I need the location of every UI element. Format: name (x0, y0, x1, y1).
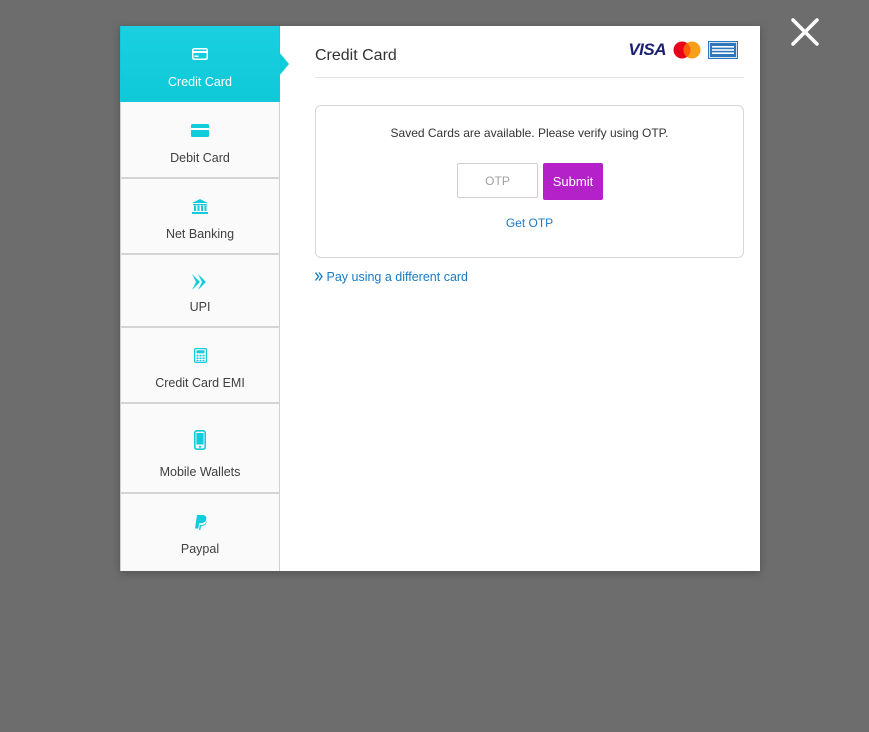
tab-mobile-wallets[interactable]: Mobile Wallets (120, 404, 280, 494)
tab-credit-card[interactable]: Credit Card (120, 26, 289, 102)
tab-label: Paypal (180, 542, 220, 556)
tab-net-banking[interactable]: Net Banking (120, 179, 280, 255)
divider (315, 77, 744, 78)
payment-modal: Credit Card Debit Card Net Banking UPI C… (120, 26, 760, 571)
mobile-icon (194, 430, 206, 450)
pay-different-card-link[interactable]: Pay using a different card (314, 270, 469, 284)
get-otp-link[interactable]: Get OTP (316, 216, 743, 230)
saved-cards-otp-panel: Saved Cards are available. Please verify… (315, 105, 744, 258)
tab-label: Credit Card EMI (155, 376, 245, 390)
upi-icon (192, 274, 206, 290)
otp-message: Saved Cards are available. Please verify… (390, 126, 669, 140)
tab-paypal[interactable]: Paypal (120, 494, 280, 571)
tab-credit-card-emi[interactable]: Credit Card EMI (120, 328, 280, 404)
close-button[interactable] (787, 14, 823, 50)
tab-upi[interactable]: UPI (120, 255, 280, 328)
close-icon[interactable] (787, 14, 823, 50)
otp-input[interactable] (457, 163, 538, 198)
tab-label: Mobile Wallets (159, 465, 241, 479)
double-chevron-right-icon (314, 272, 323, 281)
page-title: Credit Card (315, 47, 397, 64)
card-brand-logos: VISA (628, 40, 738, 60)
tab-label: Credit Card (168, 75, 232, 89)
tab-label: Debit Card (170, 151, 230, 165)
paypal-icon (194, 515, 207, 530)
tab-label: UPI (189, 300, 211, 314)
tab-debit-card[interactable]: Debit Card (120, 102, 280, 179)
visa-logo: VISA (628, 40, 666, 59)
calculator-icon (193, 348, 207, 363)
pay-different-card-label: Pay using a different card (326, 270, 469, 284)
tab-label: Net Banking (165, 227, 235, 241)
amex-logo (708, 41, 738, 59)
payment-methods-sidebar: Credit Card Debit Card Net Banking UPI C… (120, 26, 289, 571)
debit-card-icon (191, 124, 209, 137)
submit-button[interactable]: Submit (543, 163, 603, 200)
credit-card-icon (192, 48, 208, 60)
mastercard-logo (673, 41, 701, 59)
bank-icon (192, 199, 208, 214)
